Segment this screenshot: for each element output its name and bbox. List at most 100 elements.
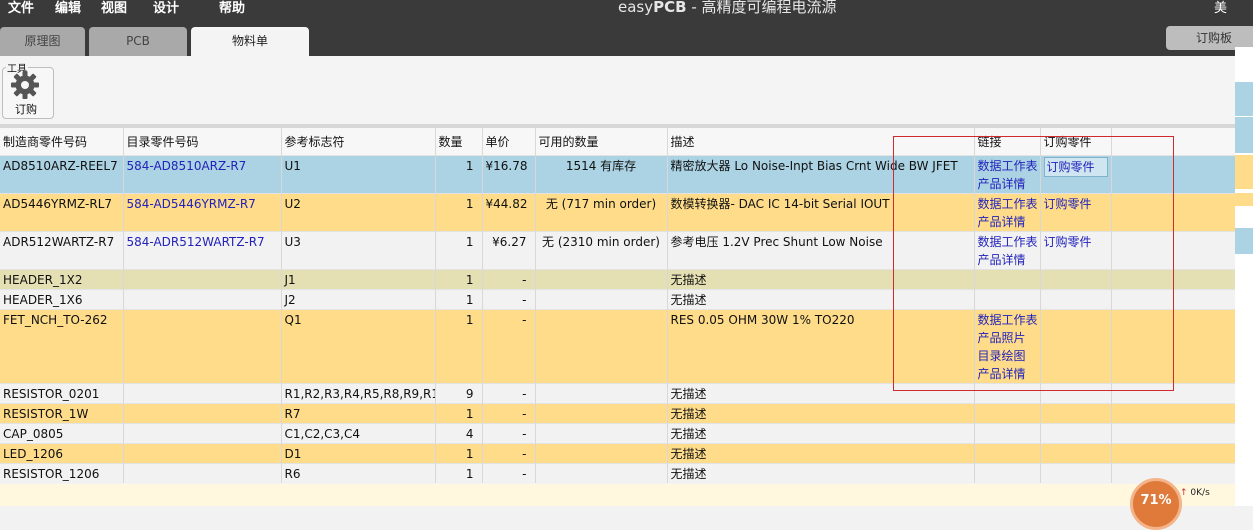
menu-edit[interactable]: 编辑	[55, 0, 81, 16]
datasheet-link[interactable]: 产品详情	[978, 213, 1037, 231]
quantity: 1	[435, 309, 483, 384]
table-row[interactable]: AD8510ARZ-REEL7 584-AD8510ARZ-R7 U1 1 ¥16.78…	[0, 155, 1236, 194]
availability	[535, 423, 668, 444]
order-part-link[interactable]: 订购零件	[1044, 235, 1092, 249]
window-title: easyPCB - 高精度可编程电流源	[618, 0, 837, 16]
description: 数模转换器- DAC IC 14-bit Serial IOUT	[667, 193, 975, 232]
availability: 1514 有库存	[535, 155, 668, 194]
links-cell: 数据工作表 产品详情	[974, 193, 1041, 232]
table-row[interactable]: LED_1206 D1 1- 无描述	[0, 443, 1236, 464]
tab-bar	[0, 20, 1253, 56]
datasheet-link[interactable]: 产品详情	[978, 365, 1037, 383]
column-header[interactable]: 单价	[482, 128, 536, 156]
mfr-part-number: RESISTOR_1W	[0, 403, 124, 424]
availability	[535, 403, 668, 424]
description: 精密放大器 Lo Noise-Inpt Bias Crnt Wide BW JF…	[667, 155, 975, 194]
column-header[interactable]: 参考标志符	[281, 128, 436, 156]
datasheet-link[interactable]: 数据工作表	[978, 233, 1038, 251]
unit-price: -	[482, 463, 536, 483]
column-header[interactable]: 可用的数量	[535, 128, 668, 156]
edge-block	[1235, 228, 1253, 254]
tab-pcb[interactable]: PCB	[89, 27, 187, 56]
status-area	[0, 484, 1235, 506]
datasheet-link[interactable]: 产品详情	[978, 175, 1037, 193]
reference-designator: U2	[281, 193, 436, 232]
mfr-part-number: ADR512WARTZ-R7	[0, 231, 124, 270]
datasheet-link[interactable]: 产品照片	[978, 329, 1037, 347]
links-cell	[974, 289, 1041, 310]
quantity: 1	[435, 289, 483, 310]
table-row[interactable]: CAP_0805 C1,C2,C3,C4 4- 无描述	[0, 423, 1236, 444]
table-row[interactable]: RESISTOR_1W R7 1- 无描述	[0, 403, 1236, 424]
menu-file[interactable]: 文件	[8, 0, 34, 16]
table-row[interactable]: AD5446YRMZ-RL7 584-AD5446YRMZ-R7 U2 1 ¥44.82…	[0, 193, 1236, 232]
table-row[interactable]: RESISTOR_1206 R6 1- 无描述	[0, 463, 1236, 483]
menu-help[interactable]: 帮助	[219, 0, 245, 16]
availability	[535, 383, 668, 404]
table-row[interactable]: HEADER_1X6 J2 1- 无描述	[0, 289, 1236, 310]
gear-icon[interactable]	[10, 70, 40, 100]
mfr-part-number: RESISTOR_0201	[0, 383, 124, 404]
table-row[interactable]: HEADER_1X2 J1 1- 无描述	[0, 269, 1236, 290]
description: 无描述	[667, 403, 975, 424]
edge-block	[1235, 117, 1253, 153]
links-cell: 数据工作表 产品详情	[974, 231, 1041, 270]
datasheet-link[interactable]: 数据工作表	[978, 157, 1038, 175]
column-header[interactable]: 链接	[974, 128, 1041, 156]
availability	[535, 463, 668, 483]
availability	[535, 269, 668, 290]
empty-cell	[1111, 309, 1236, 384]
upload-arrow-icon: ↑	[1180, 488, 1188, 498]
column-header[interactable]: 目录零件号码	[123, 128, 282, 156]
menu-bar: 文件 编辑 视图 设计 帮助 easyPCB - 高精度可编程电流源 美	[0, 0, 1253, 20]
table-row[interactable]: FET_NCH_TO-262 Q1 1- RES 0.05 OHM 30W 1% TO…	[0, 309, 1236, 384]
column-header-empty	[1111, 128, 1236, 156]
edge-block	[1235, 193, 1253, 206]
menu-view[interactable]: 视图	[101, 0, 127, 16]
tab-schematic[interactable]: 原理图	[0, 27, 85, 56]
catalog-part-number	[123, 309, 282, 384]
order-cell	[1040, 383, 1112, 404]
catalog-part-number[interactable]: 584-AD8510ARZ-R7	[123, 155, 282, 194]
links-cell	[974, 269, 1041, 290]
catalog-part-number[interactable]: 584-ADR512WARTZ-R7	[123, 231, 282, 270]
mfr-part-number: RESISTOR_1206	[0, 463, 124, 483]
order-part-link[interactable]: 订购零件	[1043, 157, 1108, 177]
datasheet-link[interactable]: 数据工作表	[978, 311, 1038, 329]
unit-price: ¥16.78	[482, 155, 536, 194]
column-header[interactable]: 订购零件	[1040, 128, 1112, 156]
column-header[interactable]: 数量	[435, 128, 483, 156]
unit-price: -	[482, 403, 536, 424]
empty-cell	[1111, 289, 1236, 310]
availability: 无 (717 min order)	[535, 193, 668, 232]
order-part-link[interactable]: 订购零件	[1044, 197, 1092, 211]
catalog-part-number[interactable]: 584-AD5446YRMZ-R7	[123, 193, 282, 232]
order-cell	[1040, 289, 1112, 310]
empty-cell	[1111, 269, 1236, 290]
description: 无描述	[667, 269, 975, 290]
window-control[interactable]: 美	[1214, 0, 1227, 16]
performance-badge[interactable]: 71%	[1130, 478, 1182, 530]
reference-designator: J1	[281, 269, 436, 290]
order-tool-label[interactable]: 订购	[15, 101, 37, 117]
mfr-part-number: HEADER_1X6	[0, 289, 124, 310]
catalog-part-number	[123, 443, 282, 464]
datasheet-link[interactable]: 数据工作表	[978, 195, 1038, 213]
catalog-part-number	[123, 383, 282, 404]
quantity: 1	[435, 403, 483, 424]
quantity: 1	[435, 155, 483, 194]
quantity: 1	[435, 193, 483, 232]
column-header[interactable]: 描述	[667, 128, 975, 156]
column-header[interactable]: 制造商零件号码	[0, 128, 124, 156]
links-cell	[974, 423, 1041, 444]
reference-designator: U3	[281, 231, 436, 270]
mfr-part-number: LED_1206	[0, 443, 124, 464]
reference-designator: U1	[281, 155, 436, 194]
tab-bom[interactable]: 物料单	[191, 27, 309, 56]
table-row[interactable]: ADR512WARTZ-R7 584-ADR512WARTZ-R7 U3 1 ¥6.27…	[0, 231, 1236, 270]
order-cell: 订购零件	[1040, 155, 1112, 194]
datasheet-link[interactable]: 产品详情	[978, 251, 1037, 269]
menu-design[interactable]: 设计	[153, 0, 179, 16]
datasheet-link[interactable]: 目录绘图	[978, 347, 1037, 365]
table-row[interactable]: RESISTOR_0201 R1,R2,R3,R4,R5,R8,R9,R10,R1…	[0, 383, 1236, 404]
